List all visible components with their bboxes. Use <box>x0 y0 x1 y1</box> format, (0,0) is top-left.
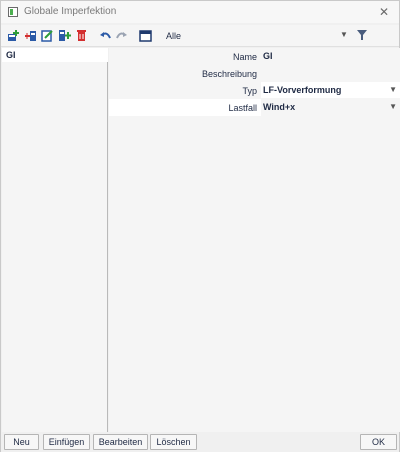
description-field[interactable] <box>261 65 400 81</box>
title-bar: Globale Imperfektion ✕ <box>1 1 399 23</box>
property-row-name: Name GI <box>109 48 400 65</box>
toolbar: Alle ▼ <box>1 25 399 47</box>
filter-select-value[interactable]: Alle <box>166 31 181 41</box>
property-label-loadcase: Lastfall <box>228 103 257 113</box>
property-row-description: Beschreibung <box>109 65 400 82</box>
edit-button[interactable]: Bearbeiten <box>93 434 148 450</box>
property-label-name: Name <box>232 52 257 62</box>
close-icon[interactable]: ✕ <box>375 3 393 21</box>
new-button[interactable]: Neu <box>4 434 39 450</box>
funnel-icon[interactable] <box>356 28 368 42</box>
redo-icon[interactable] <box>115 29 128 42</box>
delete-icon[interactable] <box>75 29 88 42</box>
chevron-down-icon[interactable]: ▼ <box>389 99 397 115</box>
app-icon <box>8 7 18 17</box>
insert-icon[interactable] <box>24 29 37 42</box>
property-label-description: Beschreibung <box>201 69 257 79</box>
copy-icon[interactable] <box>58 29 71 42</box>
chevron-down-icon[interactable]: ▼ <box>389 82 397 98</box>
properties-panel: Name GI Beschreibung Typ LF-Vorverformun… <box>109 48 400 432</box>
type-select-value: LF-Vorverformung <box>263 85 342 95</box>
item-list: GI <box>2 48 108 432</box>
window-icon[interactable] <box>139 29 152 42</box>
property-label-type: Typ <box>242 86 257 96</box>
type-select[interactable]: LF-Vorverformung ▼ <box>261 82 400 98</box>
delete-button[interactable]: Löschen <box>150 434 197 450</box>
ok-button[interactable]: OK <box>360 434 397 450</box>
property-row-loadcase: Lastfall Wind+x ▼ <box>109 99 400 116</box>
property-row-type: Typ LF-Vorverformung ▼ <box>109 82 400 99</box>
loadcase-select[interactable]: Wind+x ▼ <box>261 99 400 115</box>
name-field[interactable]: GI <box>261 48 400 64</box>
edit-icon[interactable] <box>41 29 54 42</box>
undo-icon[interactable] <box>99 29 112 42</box>
list-item[interactable]: GI <box>2 48 108 62</box>
dialog-window: Globale Imperfektion ✕ Alle ▼ GI Name GI… <box>0 0 400 452</box>
loadcase-select-value: Wind+x <box>263 102 296 112</box>
window-title: Globale Imperfektion <box>24 6 117 17</box>
new-item-icon[interactable] <box>7 29 20 42</box>
button-bar: Neu Einfügen Bearbeiten Löschen OK <box>1 432 399 452</box>
insert-button[interactable]: Einfügen <box>43 434 90 450</box>
chevron-down-icon[interactable]: ▼ <box>340 30 348 39</box>
